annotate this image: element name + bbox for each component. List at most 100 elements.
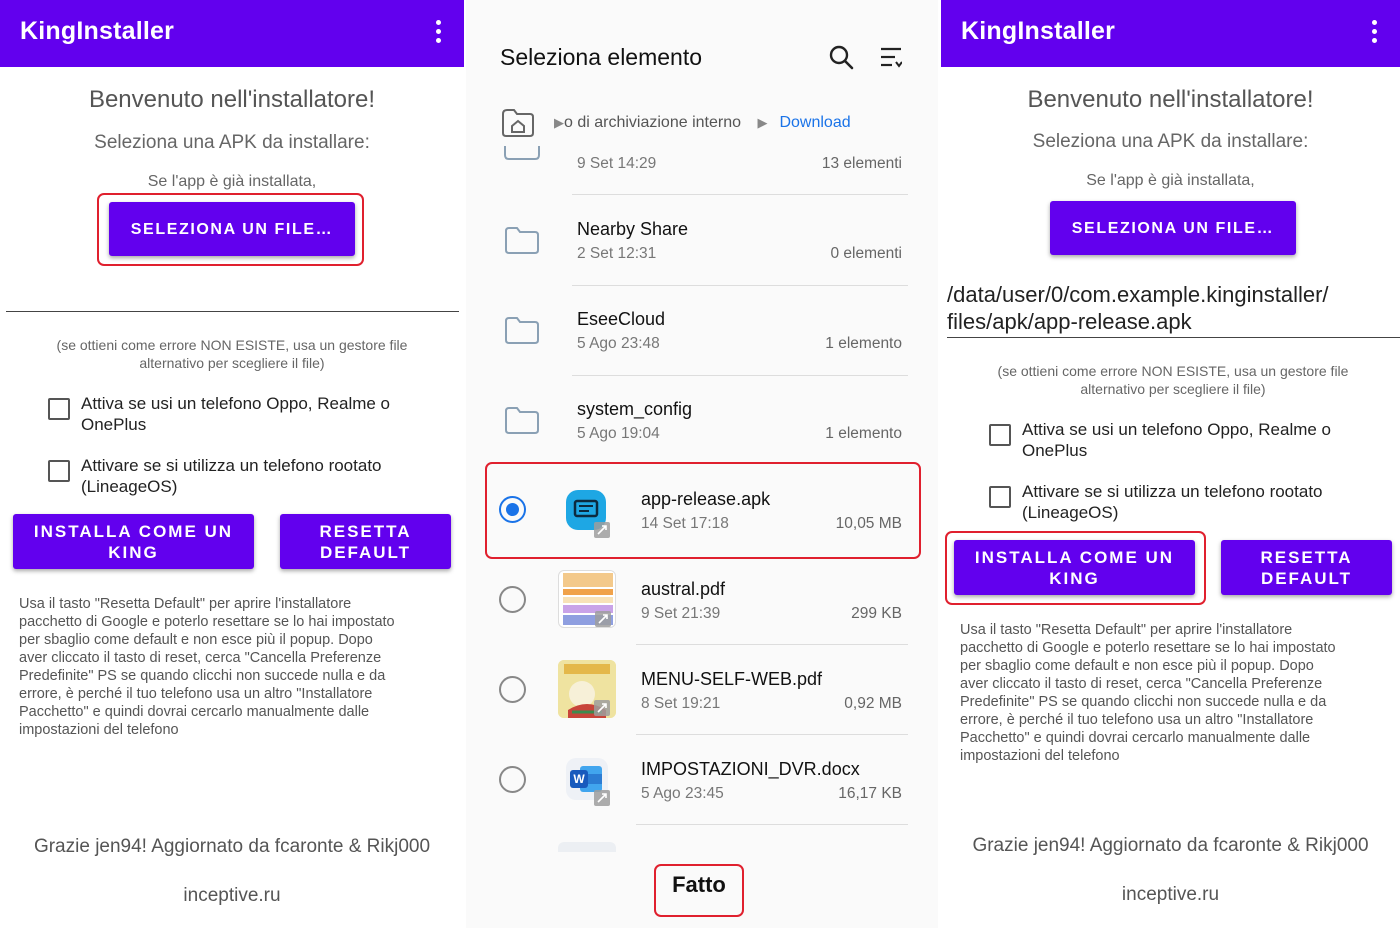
help-line: Pacchetto" e quindi dovrai cercarlo manu… bbox=[960, 730, 1311, 746]
checkbox-root-label-line2: (LineageOS) bbox=[81, 477, 178, 496]
folder-icon bbox=[505, 317, 539, 344]
already-installed-label: Se l'app è già installata, bbox=[1086, 172, 1255, 189]
file-date: 8 Set 19:21 bbox=[641, 695, 721, 712]
welcome-text: Benvenuto nell'installatore! bbox=[88, 86, 376, 113]
select-file-button[interactable]: SELEZIONA UN FILE… bbox=[1050, 201, 1296, 255]
checkbox-root-label-line1: Attivare se si utilizza un telefono root… bbox=[1022, 482, 1323, 501]
highlight-apk-row bbox=[485, 462, 921, 559]
search-icon[interactable] bbox=[828, 44, 854, 70]
error-note-line1: (se ottieni come errore NON ESISTE, usa … bbox=[997, 363, 1349, 379]
row-divider bbox=[636, 824, 908, 825]
checkbox-oppo[interactable] bbox=[48, 398, 70, 420]
folder-row[interactable]: Nearby Share 2 Set 12:31 0 elementi bbox=[466, 196, 938, 286]
checkbox-oppo-label: Attiva se usi un telefono Oppo, Realme o… bbox=[81, 393, 390, 435]
reset-default-button[interactable]: RESETTA DEFAULT bbox=[280, 514, 451, 569]
highlight-install-king bbox=[945, 531, 1206, 605]
radio-unselected[interactable] bbox=[499, 766, 526, 793]
breadcrumb-parent[interactable]: o di archiviazione interno bbox=[564, 114, 741, 131]
file-row[interactable]: W IMPOSTAZIONI_DVR.docx 5 Ago 23:45 16,1… bbox=[466, 736, 938, 826]
folder-name: Nearby Share bbox=[577, 219, 689, 239]
overflow-menu-icon[interactable] bbox=[1372, 20, 1378, 44]
checkbox-root-label: Attivare se si utilizza un telefono root… bbox=[81, 455, 382, 497]
help-line: impostazioni del telefono bbox=[19, 722, 179, 738]
radio-unselected[interactable] bbox=[499, 586, 526, 613]
checkbox-oppo-label: Attiva se usi un telefono Oppo, Realme o… bbox=[1022, 419, 1331, 461]
file-row[interactable]: austral.pdf 9 Set 21:39 299 KB bbox=[466, 556, 938, 646]
folder-date: 2 Set 12:31 bbox=[577, 245, 657, 262]
error-note: (se ottieni come errore NON ESISTE, usa … bbox=[951, 362, 1395, 398]
app-bar: KingInstaller bbox=[941, 0, 1400, 67]
word-doc-icon: W bbox=[558, 750, 616, 808]
file-name: IMPOSTAZIONI_DVR.docx bbox=[641, 759, 860, 779]
folder-row[interactable]: EseeCloud 5 Ago 23:48 1 elemento bbox=[466, 286, 938, 376]
checkbox-root[interactable] bbox=[48, 460, 70, 482]
reset-default-label-line1: RESETTA bbox=[319, 521, 412, 541]
checkbox-root-label-line2: (LineageOS) bbox=[1022, 503, 1119, 522]
file-size: 299 KB bbox=[851, 605, 902, 622]
radio-unselected[interactable] bbox=[499, 676, 526, 703]
checkbox-oppo-row[interactable]: Attiva se usi un telefono Oppo, Realme o… bbox=[48, 393, 448, 435]
install-king-label-line1: INSTALLA COME UN bbox=[33, 521, 234, 541]
site-link[interactable]: inceptive.ru bbox=[0, 885, 464, 907]
help-line: aver cliccato il tasto di reset, cerca "… bbox=[960, 676, 1323, 692]
help-line: errore, è perché il tuo telefono usa un … bbox=[960, 712, 1314, 728]
pdf-thumbnail bbox=[558, 660, 616, 718]
file-date: 9 Set 21:39 bbox=[641, 605, 721, 622]
path-divider bbox=[6, 311, 459, 312]
file-picker-screen: Seleziona elemento ▶o di archiviazione i… bbox=[466, 0, 938, 928]
path-divider bbox=[947, 337, 1400, 338]
install-king-button[interactable]: INSTALLA COME UN KING bbox=[13, 514, 254, 569]
help-line: aver cliccato il tasto di reset, cerca "… bbox=[19, 650, 382, 666]
checkbox-oppo[interactable] bbox=[989, 424, 1011, 446]
reset-default-label-line1: RESETTA bbox=[1260, 547, 1353, 567]
file-row[interactable]: MENU-SELF-WEB.pdf 8 Set 19:21 0,92 MB bbox=[466, 646, 938, 736]
folder-row-partial[interactable]: 9 Set 14:29 13 elementi bbox=[466, 140, 938, 190]
highlight-select-file bbox=[97, 193, 364, 266]
row-divider bbox=[636, 734, 908, 735]
highlight-done bbox=[654, 864, 744, 917]
help-text: Usa il tasto "Resetta Default" per aprir… bbox=[960, 621, 1395, 765]
folder-icon bbox=[504, 146, 540, 160]
row-divider bbox=[636, 644, 908, 645]
checkbox-root-row[interactable]: Attivare se si utilizza un telefono root… bbox=[48, 455, 448, 497]
app-title: KingInstaller bbox=[961, 17, 1116, 45]
pdf-thumbnail bbox=[558, 570, 616, 628]
folder-icon bbox=[505, 227, 539, 254]
checkbox-oppo-label-line1: Attiva se usi un telefono Oppo, Realme o bbox=[1022, 420, 1332, 439]
checkbox-root[interactable] bbox=[989, 486, 1011, 508]
checkbox-root-row[interactable]: Attivare se si utilizza un telefono root… bbox=[989, 481, 1389, 523]
reset-default-button[interactable]: RESETTA DEFAULT bbox=[1221, 540, 1392, 595]
breadcrumb: ▶o di archiviazione interno ▶ Download bbox=[554, 114, 851, 132]
home-icon[interactable] bbox=[501, 108, 535, 138]
credits-text: Grazie jen94! Aggiornato da fcaronte & R… bbox=[33, 836, 431, 857]
checkbox-oppo-row[interactable]: Attiva se usi un telefono Oppo, Realme o… bbox=[989, 419, 1389, 461]
help-text: Usa il tasto "Resetta Default" per aprir… bbox=[19, 595, 454, 739]
site-link[interactable]: inceptive.ru bbox=[941, 884, 1400, 906]
selected-file-path-line2: files/apk/app-release.apk bbox=[947, 309, 1192, 334]
reset-default-label-line2: DEFAULT bbox=[1260, 568, 1353, 588]
overflow-menu-icon[interactable] bbox=[436, 20, 442, 44]
error-note-line2: alternativo per scegliere il file) bbox=[1080, 381, 1266, 397]
svg-text:W: W bbox=[573, 772, 585, 786]
help-line: Predefinite" PS se quando clicchi non su… bbox=[19, 668, 386, 684]
file-size: 16,17 KB bbox=[838, 785, 902, 802]
help-line: pacchetto di Google e poterlo resettare … bbox=[960, 640, 1336, 656]
sort-icon[interactable] bbox=[880, 46, 902, 68]
reset-default-label-line2: DEFAULT bbox=[319, 542, 412, 562]
checkbox-oppo-label-line2: OnePlus bbox=[81, 415, 147, 434]
select-apk-label: Seleziona una APK da installare: bbox=[1032, 131, 1309, 152]
help-line: Pacchetto" e quindi dovrai cercarlo manu… bbox=[19, 704, 370, 720]
breadcrumb-arrow-icon: ▶ bbox=[757, 115, 768, 130]
install-king-label-line2: KING bbox=[108, 542, 159, 562]
folder-count: 1 elemento bbox=[825, 335, 902, 352]
already-installed-label: Se l'app è già installata, bbox=[147, 173, 317, 190]
folder-date: 5 Ago 19:04 bbox=[577, 425, 660, 442]
folder-count: 13 elementi bbox=[821, 155, 902, 172]
breadcrumb-current[interactable]: Download bbox=[779, 114, 850, 131]
folder-count: 0 elementi bbox=[830, 245, 902, 262]
folder-row[interactable]: system_config 5 Ago 19:04 1 elemento bbox=[466, 376, 938, 466]
folder-count: 1 elemento bbox=[825, 425, 902, 442]
file-date: 5 Ago 23:45 bbox=[641, 785, 724, 802]
help-line: pacchetto di Google e poterlo resettare … bbox=[19, 614, 395, 630]
selected-file-path-line1: /data/user/0/com.example.kinginstaller/ bbox=[947, 282, 1329, 307]
